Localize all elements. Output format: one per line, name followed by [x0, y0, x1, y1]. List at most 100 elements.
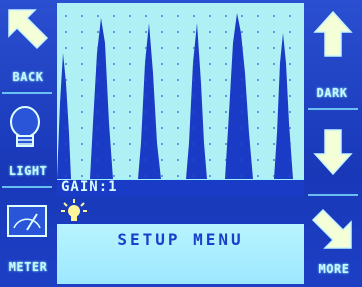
- grid-dot: [289, 15, 291, 17]
- up-button[interactable]: [308, 2, 358, 82]
- divider: [308, 194, 358, 196]
- light-button[interactable]: LIGHT: [2, 96, 52, 184]
- grid-dot: [81, 143, 83, 145]
- lightbulb-icon: [10, 106, 40, 147]
- grid-dot: [257, 159, 259, 161]
- grid-dot: [129, 15, 131, 17]
- grid-dot: [97, 95, 99, 97]
- grid-dot: [97, 63, 99, 65]
- setup-menu-label: SETUP MENU: [117, 230, 244, 249]
- grid-dot: [81, 63, 83, 65]
- arrow-up-icon: [313, 10, 353, 57]
- grid-dot: [81, 159, 83, 161]
- grid-dot: [113, 175, 115, 177]
- dark-label: DARK: [316, 86, 348, 100]
- grid-dot: [145, 127, 147, 129]
- grid-dot: [241, 159, 243, 161]
- grid-dot: [161, 31, 163, 33]
- grid-dot: [145, 79, 147, 81]
- grid-dot: [209, 31, 211, 33]
- grid-dot: [209, 143, 211, 145]
- grid-dot: [209, 15, 211, 17]
- divider: [2, 186, 52, 188]
- grid-dot: [145, 15, 147, 17]
- grid-dot: [241, 175, 243, 177]
- grid-dot: [257, 15, 259, 17]
- grid-dot: [97, 175, 99, 177]
- grid-dot: [177, 63, 179, 65]
- grid-dot: [129, 111, 131, 113]
- grid-dot: [225, 159, 227, 161]
- light-on-icon: [61, 199, 87, 221]
- grid-dot: [177, 143, 179, 145]
- grid-dot: [273, 31, 275, 33]
- grid-dot: [257, 31, 259, 33]
- grid-dot: [65, 159, 67, 161]
- more-button[interactable]: MORE: [308, 198, 358, 284]
- grid-dot: [65, 15, 67, 17]
- grid-dot: [289, 175, 291, 177]
- grid-dot: [225, 143, 227, 145]
- grid-dot: [97, 31, 99, 33]
- grid-dot: [113, 127, 115, 129]
- grid-dot: [65, 111, 67, 113]
- grid-dot: [289, 159, 291, 161]
- grid-dot: [241, 127, 243, 129]
- arrow-down-icon: [313, 129, 353, 176]
- grid-dot: [177, 15, 179, 17]
- grid-dot: [97, 79, 99, 81]
- grid-dot: [193, 95, 195, 97]
- grid-dot: [193, 47, 195, 49]
- grid-dot: [241, 63, 243, 65]
- gain-status-bar: GAIN:1: [57, 179, 304, 196]
- grid-dot: [273, 127, 275, 129]
- grid-dot: [241, 95, 243, 97]
- grid-dot: [241, 111, 243, 113]
- grid-dot: [113, 47, 115, 49]
- grid-dot: [241, 47, 243, 49]
- grid-dot: [193, 63, 195, 65]
- grid-dot: [97, 127, 99, 129]
- grid-dot: [209, 111, 211, 113]
- grid-dot: [241, 15, 243, 17]
- grid-dot: [289, 95, 291, 97]
- grid-dot: [257, 79, 259, 81]
- grid-dot: [129, 95, 131, 97]
- grid-dot: [113, 31, 115, 33]
- grid-dot: [225, 175, 227, 177]
- grid-dot: [193, 175, 195, 177]
- gain-text: GAIN:1: [61, 179, 118, 195]
- grid-dot: [113, 143, 115, 145]
- grid-dot: [225, 111, 227, 113]
- grid-dot: [65, 175, 67, 177]
- back-button[interactable]: BACK: [2, 2, 52, 90]
- grid-dot: [161, 79, 163, 81]
- right-button-column: DARK MORE: [306, 0, 360, 287]
- grid-dot: [97, 143, 99, 145]
- grid-dot: [225, 47, 227, 49]
- grid-dot: [113, 159, 115, 161]
- spectrum-graph: [57, 3, 304, 179]
- grid-dot: [209, 159, 211, 161]
- grid-dot: [65, 31, 67, 33]
- arrow-down-right-icon: [311, 208, 352, 249]
- grid-dot: [161, 143, 163, 145]
- grid-dot: [289, 127, 291, 129]
- grid-dot: [145, 95, 147, 97]
- grid-dot: [273, 79, 275, 81]
- meter-button[interactable]: METER: [2, 196, 52, 284]
- grid-dot: [129, 47, 131, 49]
- grid-dot: [129, 79, 131, 81]
- grid-dot: [129, 143, 131, 145]
- grid-dot: [257, 63, 259, 65]
- setup-menu-button[interactable]: SETUP MENU: [57, 224, 304, 284]
- grid-dot: [273, 63, 275, 65]
- grid-dot: [177, 95, 179, 97]
- grid-dot: [145, 63, 147, 65]
- grid-dot: [145, 175, 147, 177]
- grid-dot: [289, 79, 291, 81]
- arrow-up-left-icon: [8, 9, 49, 50]
- grid-dot: [193, 79, 195, 81]
- grid-dot: [113, 95, 115, 97]
- down-button[interactable]: [308, 112, 358, 190]
